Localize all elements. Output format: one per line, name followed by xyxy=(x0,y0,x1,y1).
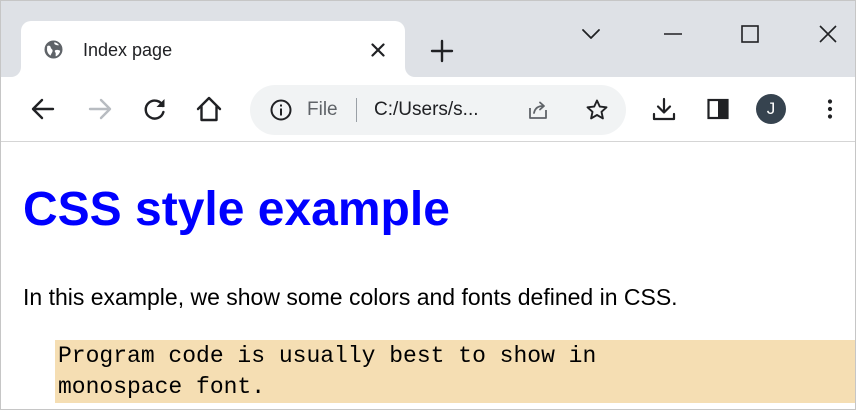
page-viewport: CSS style example In this example, we sh… xyxy=(1,142,855,409)
url-text[interactable]: C:/Users/s... xyxy=(374,98,479,122)
plus-icon[interactable] xyxy=(429,38,455,64)
tab-title: Index page xyxy=(83,40,173,60)
intro-paragraph: In this example, we show some colors and… xyxy=(23,284,678,310)
minimize-icon[interactable] xyxy=(660,21,686,47)
maximize-icon[interactable] xyxy=(737,21,763,47)
code-block: Program code is usually best to show in … xyxy=(55,340,855,403)
window-close-icon[interactable] xyxy=(815,21,841,47)
address-bar[interactable]: File C:/Users/s... xyxy=(250,85,626,135)
url-divider xyxy=(356,98,357,122)
globe-icon xyxy=(44,40,63,59)
info-icon[interactable] xyxy=(269,98,293,122)
page-title: CSS style example xyxy=(23,183,450,236)
chevron-down-icon[interactable] xyxy=(578,21,604,47)
browser-window: Index page File C:/Users/s... J CSS styl… xyxy=(0,0,856,410)
code-line: monospace font. xyxy=(58,374,266,400)
share-icon[interactable] xyxy=(525,97,551,123)
back-arrow-icon[interactable] xyxy=(28,94,58,124)
browser-toolbar: File C:/Users/s... J xyxy=(1,77,855,142)
avatar[interactable]: J xyxy=(756,94,786,124)
close-icon[interactable] xyxy=(366,38,390,62)
kebab-menu-icon[interactable] xyxy=(815,94,845,124)
code-line: Program code is usually best to show in xyxy=(58,343,597,369)
code-text: Program code is usually best to show in … xyxy=(58,341,596,403)
download-icon[interactable] xyxy=(649,94,679,124)
star-icon[interactable] xyxy=(584,97,610,123)
tab-strip: Index page xyxy=(1,1,855,77)
home-icon[interactable] xyxy=(194,94,224,124)
forward-arrow-icon[interactable] xyxy=(85,94,115,124)
side-panel-icon[interactable] xyxy=(703,94,733,124)
reload-icon[interactable] xyxy=(140,94,170,124)
tab-index-page[interactable]: Index page xyxy=(21,21,405,77)
url-scheme-label: File xyxy=(307,99,338,120)
